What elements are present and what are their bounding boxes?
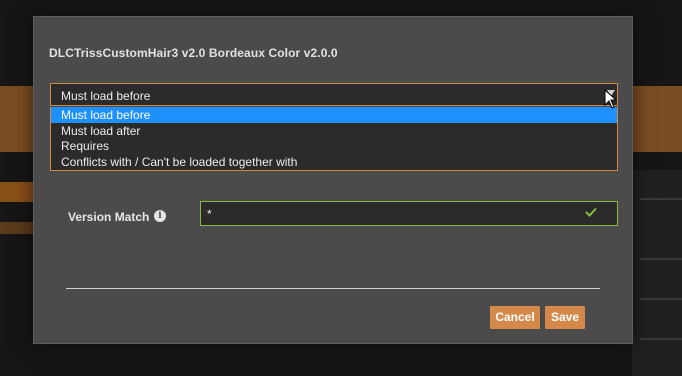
rule-editor-dialog: DLCTrissCustomHair3 v2.0 Bordeaux Color …	[33, 16, 633, 344]
background-row	[640, 298, 682, 300]
background-tab	[0, 182, 34, 202]
background-row	[640, 338, 682, 340]
cancel-button[interactable]: Cancel	[490, 306, 540, 329]
mouse-cursor-icon	[604, 89, 618, 109]
background-row	[640, 258, 682, 260]
rule-option-must-load-before[interactable]: Must load before	[51, 107, 617, 123]
background-tab-secondary	[0, 222, 34, 234]
info-icon[interactable]: i	[154, 210, 166, 222]
save-button[interactable]: Save	[545, 306, 585, 329]
rule-option-must-load-after[interactable]: Must load after	[51, 123, 617, 139]
rule-type-select[interactable]: Must load before	[50, 83, 618, 106]
background-side-panel	[632, 170, 682, 376]
rule-option-conflicts-with[interactable]: Conflicts with / Can't be loaded togethe…	[51, 154, 617, 170]
version-match-label: Version Match	[68, 210, 150, 224]
dialog-divider	[66, 288, 600, 289]
background-row	[640, 198, 682, 200]
rule-type-dropdown-list: Must load before Must load after Require…	[50, 107, 618, 171]
version-match-input[interactable]: *	[200, 201, 618, 226]
rule-option-requires[interactable]: Requires	[51, 138, 617, 154]
check-icon	[585, 207, 597, 217]
dialog-title: DLCTrissCustomHair3 v2.0 Bordeaux Color …	[49, 46, 338, 60]
rule-type-selected-value: Must load before	[61, 89, 151, 103]
version-match-value: *	[207, 207, 212, 221]
